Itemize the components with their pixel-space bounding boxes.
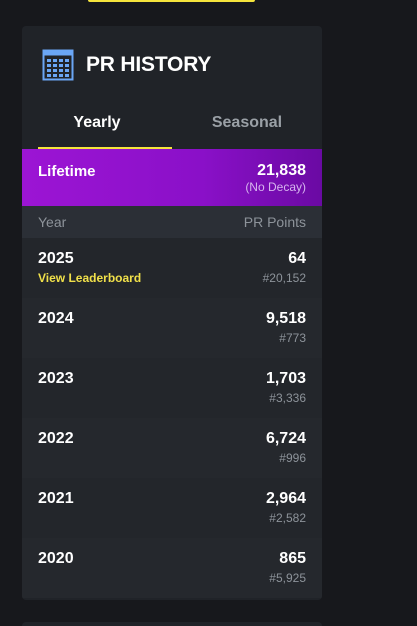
column-header-pr-points: PR Points [243,214,306,230]
table-row: 2022 6,724 #996 [22,418,322,478]
view-leaderboard-link[interactable]: View Leaderboard [38,270,141,286]
row-year: 2021 [38,490,74,507]
row-points: 2,964 [265,490,306,507]
card-header: PR HISTORY [22,26,322,104]
row-year: 2022 [38,430,74,447]
top-accent-bar [88,0,255,2]
lifetime-value: 21,838 [257,162,306,179]
row-year: 2020 [38,550,74,567]
table-header: Year PR Points [22,206,322,238]
row-points: 865 [279,550,306,567]
calendar-icon [42,49,74,81]
lifetime-summary: Lifetime 21,838 (No Decay) [22,149,322,206]
row-points: 6,724 [265,430,306,447]
table-row: 2024 9,518 #773 [22,298,322,358]
row-rank: #3,336 [269,391,306,405]
card-title: PR HISTORY [86,53,212,76]
row-year: 2024 [38,310,74,327]
row-rank: #996 [279,451,306,465]
row-points: 9,518 [265,310,306,327]
table-row: 2021 2,964 #2,582 [22,478,322,538]
lifetime-stats: 21,838 (No Decay) [245,162,306,194]
row-year: 2025 [38,250,74,267]
tab-bar: Yearly Seasonal [22,104,322,149]
pr-history-card: PR HISTORY Yearly Seasonal Lifetime 21,8… [22,26,322,600]
row-rank: #2,582 [269,511,306,525]
row-rank: #5,925 [269,571,306,585]
tab-yearly[interactable]: Yearly [22,104,172,149]
row-rank: #20,152 [262,271,306,285]
table-row: 2023 1,703 #3,336 [22,358,322,418]
table-row: 2025 View Leaderboard 64 #20,152 [22,238,322,298]
row-year: 2023 [38,370,74,387]
tab-seasonal[interactable]: Seasonal [172,104,322,149]
table-row: 2020 865 #5,925 [22,538,322,598]
row-points: 64 [288,250,306,267]
next-card-edge [22,622,322,626]
lifetime-label: Lifetime [38,163,96,180]
lifetime-note: (No Decay) [245,180,306,194]
row-rank: #773 [279,331,306,345]
row-points: 1,703 [265,370,306,387]
column-header-year: Year [38,214,67,230]
